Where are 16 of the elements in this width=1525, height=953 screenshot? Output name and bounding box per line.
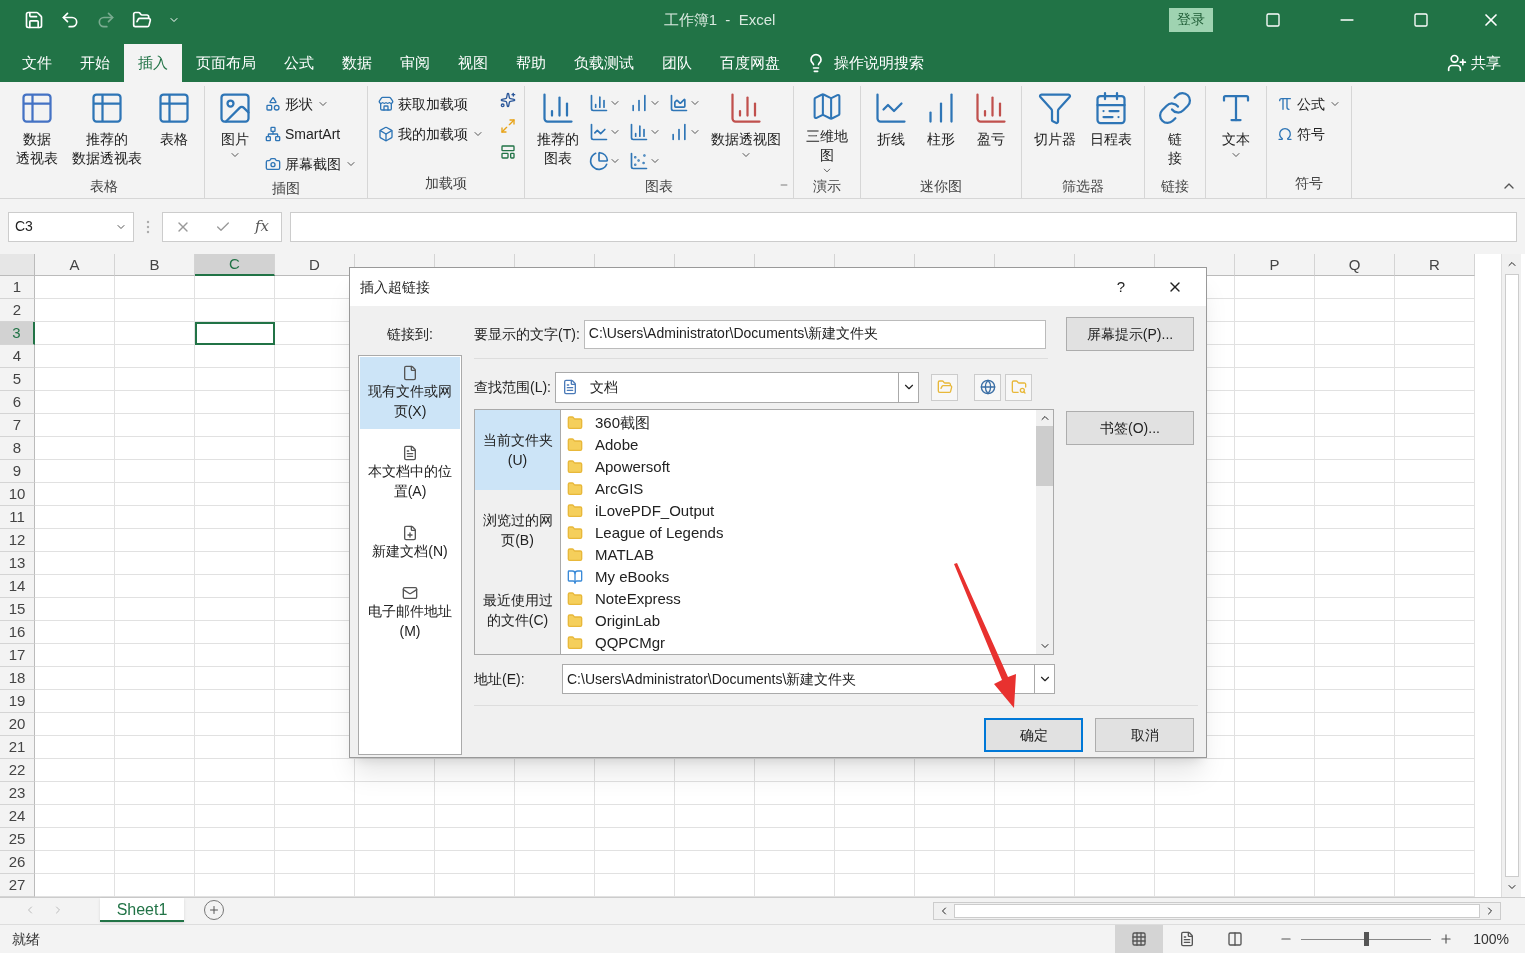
group-label: 图表 xyxy=(645,177,673,196)
dialog-title: 插入超链接 xyxy=(360,277,431,297)
group-label: 演示 xyxy=(813,177,841,196)
group-label: 链接 xyxy=(1161,177,1189,196)
display-text-label: 要显示的文字(T): xyxy=(474,324,580,344)
group-label: 表格 xyxy=(90,177,118,196)
address-label: 地址(E): xyxy=(474,669,526,689)
look-in-label: 查找范围(L): xyxy=(474,377,551,397)
group-label: 符号 xyxy=(1295,174,1323,193)
group-label: 迷你图 xyxy=(920,177,962,196)
status-text: 就绪 xyxy=(12,929,41,949)
group-label: 筛选器 xyxy=(1062,177,1104,196)
group-label: 插图 xyxy=(272,179,300,198)
window-title: 工作簿1 - Excel xyxy=(662,9,777,30)
link-to-label: 链接到: xyxy=(387,325,433,344)
group-label: 加载项 xyxy=(425,174,467,193)
